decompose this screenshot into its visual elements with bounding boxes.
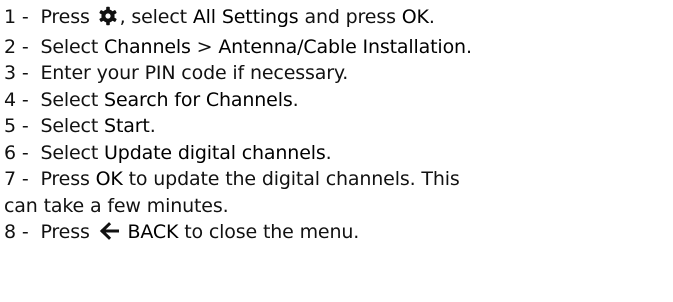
step-number: 4 - (4, 88, 29, 111)
step-text: . (465, 35, 472, 58)
step-number: 6 - (4, 141, 29, 164)
step-text: , select (119, 6, 187, 28)
step-text: Press (40, 221, 90, 243)
menu-item-search-for-channels: Search for Channels (104, 88, 293, 111)
menu-item-channels: Channels (104, 35, 191, 58)
step-7-continued: can take a few minutes. (4, 193, 673, 220)
step-5: 5 - Select Start. (4, 113, 673, 140)
step-text: Select (40, 35, 99, 58)
step-text: Select (40, 88, 99, 111)
left-arrow-icon (98, 221, 120, 249)
menu-item-all-settings: All Settings (192, 6, 299, 28)
step-number: 7 - (4, 168, 29, 190)
step-text: and press (304, 6, 396, 28)
step-text: Press (40, 6, 90, 28)
step-2: 2 - Select Channels > Antenna/Cable Inst… (4, 34, 673, 61)
step-number: 8 - (4, 221, 29, 243)
step-text: Select (40, 115, 99, 137)
instructions-list: 1 - Press , select All Settings and pres… (0, 0, 673, 249)
ok-key-label: OK (95, 168, 123, 190)
step-6: 6 - Select Update digital channels. (4, 140, 673, 167)
step-text: Select (40, 141, 99, 164)
step-text: Press (40, 168, 90, 190)
step-7: 7 - Press OK to update the digital chann… (4, 166, 673, 193)
back-key-label: BACK (127, 221, 179, 243)
step-number: 3 - (4, 62, 29, 84)
menu-item-start: Start (104, 115, 150, 137)
step-text: . (149, 115, 156, 137)
step-4: 4 - Select Search for Channels. (4, 87, 673, 114)
step-number: 1 - (4, 6, 29, 28)
step-text: . (292, 88, 299, 111)
step-text: . (428, 6, 435, 28)
menu-separator: > (196, 35, 213, 58)
step-1: 1 - Press , select All Settings and pres… (4, 4, 673, 34)
menu-item-update-digital-channels: Update digital channels (104, 141, 326, 164)
step-8: 8 - Press BACK to close the menu. (4, 219, 673, 249)
step-number: 5 - (4, 115, 29, 137)
step-text: to update the digital channels. This (128, 168, 460, 190)
gear-icon (98, 6, 118, 34)
ok-key-label: OK (401, 6, 429, 28)
step-text: Enter your PIN code if necessary. (40, 62, 349, 84)
step-number: 2 - (4, 35, 29, 58)
step-text: to close the menu. (184, 221, 360, 243)
step-text: can take a few minutes. (4, 194, 229, 217)
step-3: 3 - Enter your PIN code if necessary. (4, 60, 673, 87)
step-text: . (325, 141, 332, 164)
menu-item-antenna-cable-installation: Antenna/Cable Installation (218, 35, 466, 58)
